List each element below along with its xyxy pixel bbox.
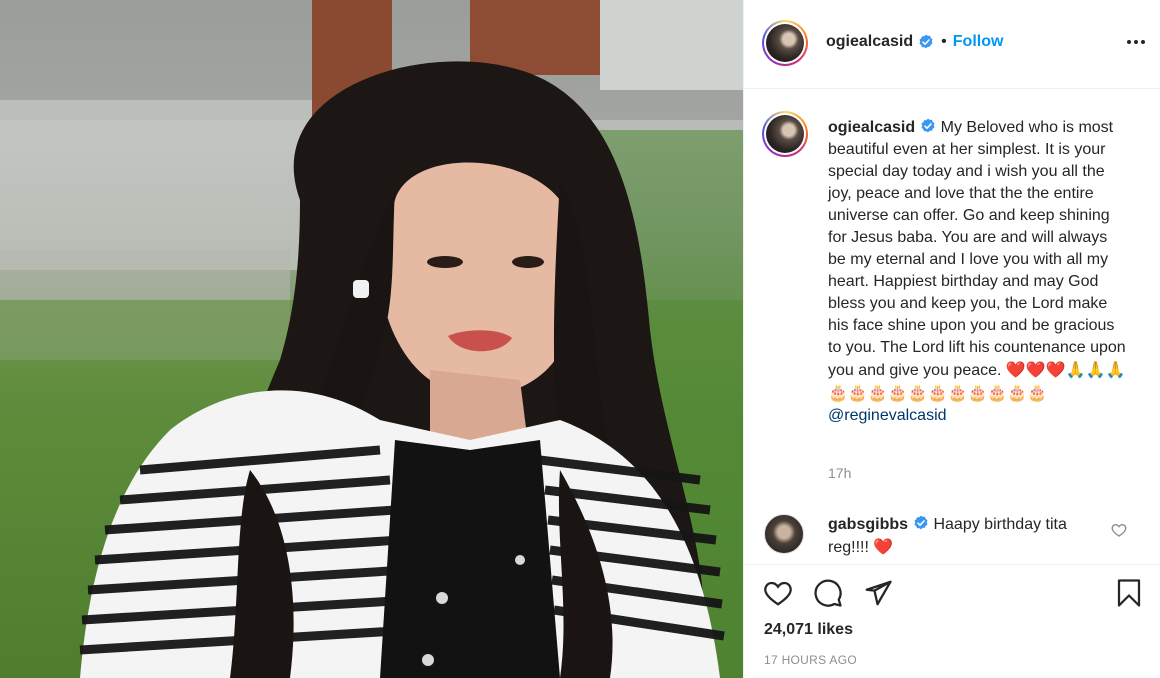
verified-badge-icon	[914, 515, 928, 530]
comment-item: gabsgibbs Haapy birthday tita reg!!!! ❤️	[744, 502, 1160, 562]
paper-plane-icon[interactable]	[862, 577, 894, 609]
comment-bubble-icon[interactable]	[812, 577, 844, 609]
more-options-icon[interactable]	[1124, 30, 1148, 54]
follow-button[interactable]: Follow	[953, 33, 1004, 51]
caption-username[interactable]: ogiealcasid	[828, 119, 915, 136]
comment-body: gabsgibbs Haapy birthday tita reg!!!! ❤️	[828, 514, 1103, 559]
caption-block: ogiealcasid My Beloved who is most beaut…	[744, 89, 1160, 569]
author-avatar[interactable]	[762, 20, 808, 66]
commenter-username[interactable]: gabsgibbs	[828, 516, 908, 533]
caption-timestamp[interactable]: 17h	[828, 465, 851, 481]
comment-emoji: ❤️	[873, 537, 894, 556]
separator-dot: •	[941, 33, 947, 50]
caption-text: My Beloved who is most beautiful even at…	[828, 119, 1131, 379]
verified-badge-icon	[919, 34, 933, 49]
caption: ogiealcasid My Beloved who is most beaut…	[828, 117, 1126, 427]
commenter-avatar[interactable]	[764, 514, 804, 554]
likes-count[interactable]: 24,071 likes	[764, 621, 853, 639]
author-line: ogiealcasid • Follow	[826, 33, 1003, 51]
photo-illustration	[0, 0, 743, 678]
bookmark-icon[interactable]	[1113, 577, 1145, 609]
caption-mention-link[interactable]: @reginevalcasid	[828, 405, 1126, 427]
post-actions: 24,071 likes 17 HOURS AGO	[744, 564, 1160, 678]
author-username[interactable]: ogiealcasid	[826, 33, 913, 51]
heart-icon[interactable]	[762, 577, 794, 609]
post-header: ogiealcasid • Follow	[744, 0, 1160, 89]
comment-heart-icon[interactable]	[1111, 522, 1127, 538]
verified-badge-icon	[921, 118, 935, 133]
post-side-panel: ogiealcasid • Follow ogiealcasid My Belo…	[743, 0, 1160, 678]
post-photo[interactable]	[0, 0, 743, 678]
caption-author-avatar[interactable]	[762, 111, 808, 157]
posted-timestamp[interactable]: 17 HOURS AGO	[764, 653, 857, 667]
